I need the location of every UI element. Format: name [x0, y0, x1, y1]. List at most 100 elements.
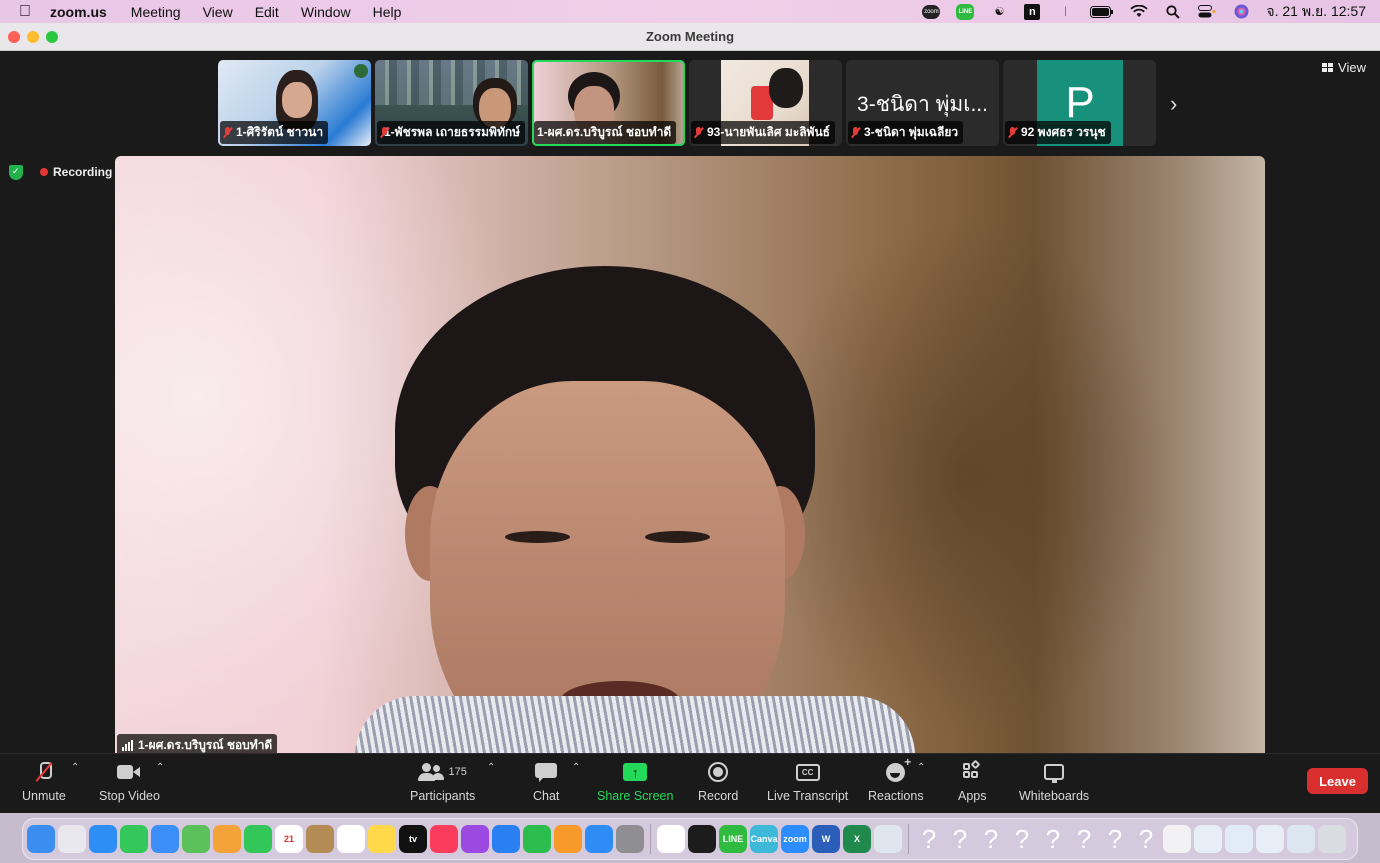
mail-icon[interactable]: [151, 825, 179, 853]
chat-button[interactable]: Chat: [533, 760, 559, 803]
maps-icon[interactable]: [182, 825, 210, 853]
next-page-chevron-icon[interactable]: ›: [1170, 91, 1177, 117]
minimize-window-button[interactable]: [27, 31, 39, 43]
window-thumb-icon[interactable]: [1194, 825, 1222, 853]
security-shield-icon[interactable]: [9, 165, 23, 180]
unknown-app-icon[interactable]: ?: [977, 825, 1005, 853]
participants-options-chevron-icon[interactable]: ⌃: [487, 762, 495, 773]
excel-icon[interactable]: X: [843, 825, 871, 853]
numbers-icon[interactable]: [523, 825, 551, 853]
apps-button[interactable]: Apps: [958, 759, 987, 803]
participant-thumbnail[interactable]: 3-ชนิดา พุ่มเ... 3-ชนิดา พุ่มเฉลียว: [846, 60, 999, 146]
menu-app-name[interactable]: zoom.us: [50, 4, 107, 20]
chat-options-chevron-icon[interactable]: ⌃: [572, 762, 580, 773]
reaction-emoji-icon: [886, 755, 911, 782]
chat-bubble-icon: [535, 762, 558, 782]
chrome-icon[interactable]: [657, 825, 685, 853]
apple-menu-icon[interactable]: : [0, 3, 50, 21]
whiteboards-button[interactable]: Whiteboards: [1019, 760, 1089, 803]
safari-icon[interactable]: [89, 825, 117, 853]
participant-thumbnail-strip: 1-ศิริรัตน์ ชาวนา 1-พัชรพล เถายธรรมพิทัก…: [218, 60, 1156, 146]
webex-icon[interactable]: [688, 825, 716, 853]
unknown-app-icon[interactable]: ?: [946, 825, 974, 853]
participant-thumbnail[interactable]: P 92 พงศธร วรนุช: [1003, 60, 1156, 146]
audio-options-chevron-icon[interactable]: ⌃: [71, 762, 79, 773]
unknown-app-icon[interactable]: ?: [1008, 825, 1036, 853]
tv-icon[interactable]: tv: [399, 825, 427, 853]
zoom-icon[interactable]: zoom: [781, 825, 809, 853]
launchpad-icon[interactable]: [58, 825, 86, 853]
spotlight-icon[interactable]: [1164, 4, 1182, 19]
trash-icon[interactable]: [1318, 825, 1346, 853]
reminders-icon[interactable]: [337, 825, 365, 853]
unknown-app-icon[interactable]: ?: [915, 825, 943, 853]
finder-icon[interactable]: [27, 825, 55, 853]
keynote-icon[interactable]: [492, 825, 520, 853]
reactions-button[interactable]: Reactions: [868, 755, 924, 804]
unmute-button[interactable]: Unmute: [22, 760, 66, 803]
facetime-icon[interactable]: [244, 825, 272, 853]
contacts-icon[interactable]: [306, 825, 334, 853]
battery-icon[interactable]: [1090, 5, 1114, 19]
stop-video-button[interactable]: Stop Video: [99, 760, 160, 803]
w-app-icon[interactable]: ☯: [990, 5, 1008, 19]
participant-thumbnail[interactable]: 1-พัชรพล เถายธรรมพิทักษ์: [375, 60, 528, 146]
leave-button[interactable]: Leave: [1307, 768, 1368, 794]
whiteboard-icon: [1044, 764, 1065, 783]
meeting-stage: 1-ศิริรัตน์ ชาวนา 1-พัชรพล เถายธรรมพิทัก…: [0, 51, 1380, 757]
menu-edit[interactable]: Edit: [255, 4, 279, 20]
live-transcript-button[interactable]: CC Live Transcript: [767, 760, 848, 803]
photos-icon[interactable]: [213, 825, 241, 853]
view-button[interactable]: View: [1322, 60, 1366, 75]
document-icon[interactable]: [1163, 825, 1191, 853]
window-thumb-icon[interactable]: [1287, 825, 1315, 853]
preview-icon[interactable]: [874, 825, 902, 853]
siri-icon[interactable]: [1232, 4, 1250, 19]
canva-icon[interactable]: Canva: [750, 825, 778, 853]
word-icon[interactable]: W: [812, 825, 840, 853]
bluetooth-icon[interactable]: ᛁ: [1056, 5, 1074, 19]
closed-caption-icon: CC: [795, 763, 820, 781]
close-window-button[interactable]: [8, 31, 20, 43]
wifi-icon[interactable]: [1130, 5, 1149, 19]
menu-view[interactable]: View: [203, 4, 233, 20]
unknown-app-icon[interactable]: ?: [1132, 825, 1160, 853]
control-center-icon[interactable]: [1198, 5, 1217, 19]
record-button[interactable]: Record: [698, 760, 738, 803]
system-settings-icon[interactable]: [616, 825, 644, 853]
pages-icon[interactable]: [554, 825, 582, 853]
messages-icon[interactable]: [120, 825, 148, 853]
participant-thumbnail[interactable]: 1-ศิริรัตน์ ชาวนา: [218, 60, 371, 146]
muted-mic-icon: [851, 127, 860, 138]
menu-meeting[interactable]: Meeting: [131, 4, 181, 20]
n-app-icon[interactable]: n: [1024, 3, 1041, 20]
notes-icon[interactable]: [368, 825, 396, 853]
unknown-app-icon[interactable]: ?: [1039, 825, 1067, 853]
participants-button[interactable]: 175 Participants: [410, 760, 475, 803]
music-icon[interactable]: [430, 825, 458, 853]
podcasts-icon[interactable]: [461, 825, 489, 853]
meeting-toolbar: Unmute ⌃ Stop Video ⌃ 175 Participants ⌃…: [0, 753, 1380, 813]
share-screen-arrow-icon: ↑: [623, 763, 648, 781]
menu-help[interactable]: Help: [373, 4, 402, 20]
fullscreen-window-button[interactable]: [46, 31, 58, 43]
participant-thumbnail[interactable]: 93-นายพันเลิศ มะลิพันธ์: [689, 60, 842, 146]
clock[interactable]: จ. 21 พ.ย. 12:57: [1266, 1, 1366, 23]
participant-thumbnail-active-speaker[interactable]: 1-ผศ.ดร.บริบูรณ์ ชอบทำดี: [532, 60, 685, 146]
share-screen-button[interactable]: ↑ Share Screen: [597, 760, 673, 803]
video-options-chevron-icon[interactable]: ⌃: [156, 762, 164, 773]
menu-window[interactable]: Window: [301, 4, 351, 20]
line-icon[interactable]: LINE: [719, 825, 747, 853]
window-thumb-icon[interactable]: [1256, 825, 1284, 853]
zoom-status-icon[interactable]: zoom: [922, 4, 941, 19]
recording-indicator[interactable]: Recording: [40, 165, 112, 179]
unknown-app-icon[interactable]: ?: [1101, 825, 1129, 853]
participant-name-tag: 1-ศิริรัตน์ ชาวนา: [220, 121, 329, 144]
window-thumb-icon[interactable]: [1225, 825, 1253, 853]
unknown-app-icon[interactable]: ?: [1070, 825, 1098, 853]
reactions-options-chevron-icon[interactable]: ⌃: [917, 762, 925, 773]
app-store-icon[interactable]: [585, 825, 613, 853]
participant-name-tag: 93-นายพันเลิศ มะลิพันธ์: [691, 121, 835, 144]
line-status-icon[interactable]: LINE: [956, 3, 975, 20]
calendar-icon[interactable]: 21: [275, 825, 303, 853]
